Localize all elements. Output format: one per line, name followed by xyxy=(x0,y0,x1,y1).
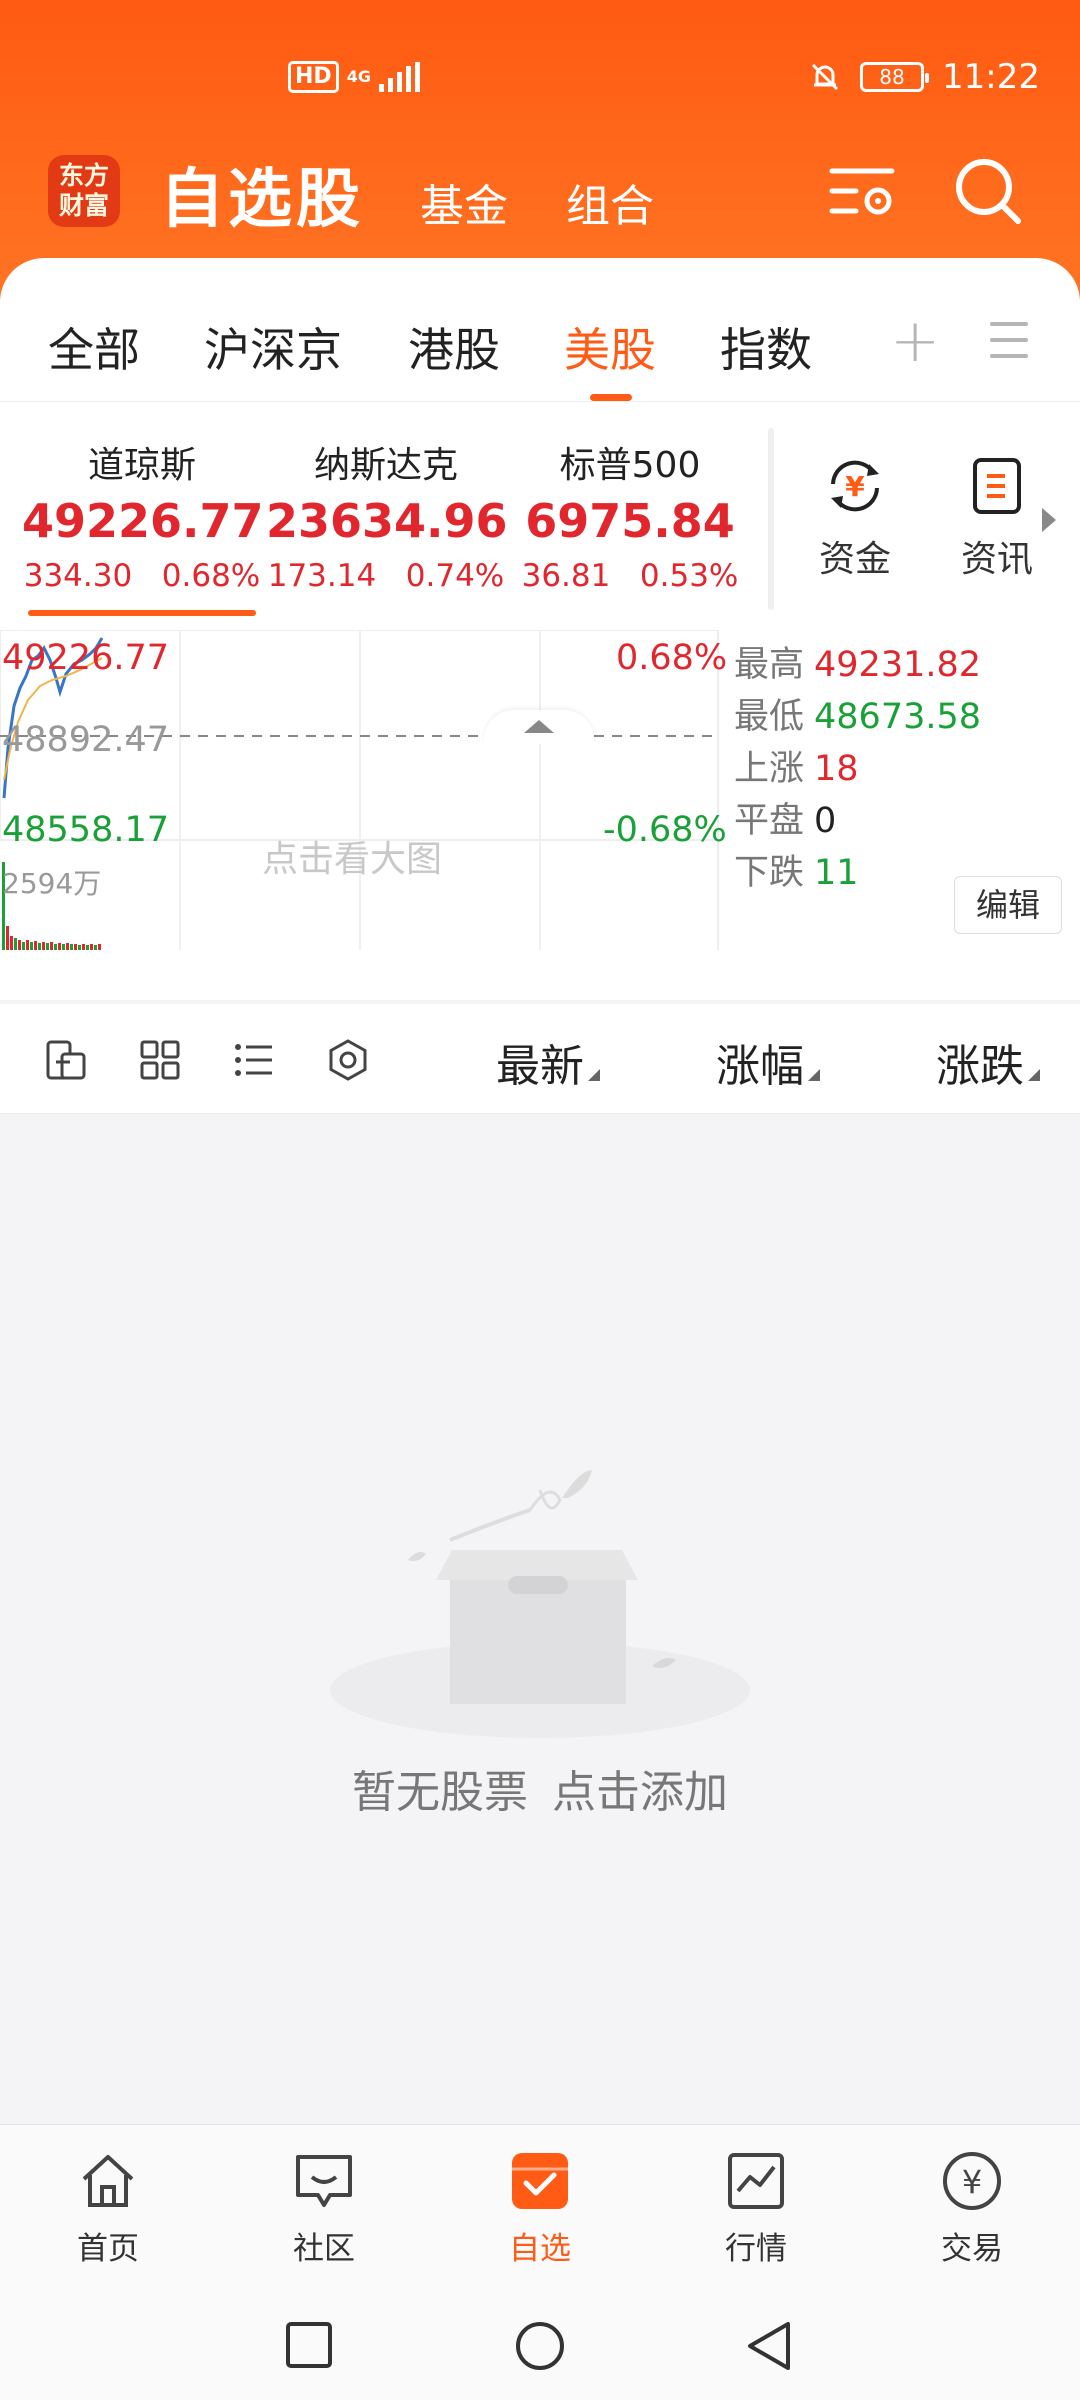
index-value: 49226.77 xyxy=(22,494,264,548)
index-name: 纳斯达克 xyxy=(313,445,458,486)
menu-icon[interactable] xyxy=(990,322,1028,370)
index-value: 6975.84 xyxy=(525,494,735,548)
nav-watchlist[interactable]: 自选 xyxy=(470,2149,610,2268)
chat-icon xyxy=(296,2155,352,2207)
index-name: 标普500 xyxy=(559,445,701,486)
nav-home[interactable]: 首页 xyxy=(38,2149,178,2268)
nav-trade[interactable]: ¥ 交易 xyxy=(902,2149,1042,2268)
signal-icon xyxy=(378,62,420,92)
nav-label: 社区 xyxy=(293,2231,355,2267)
chart-volume-label: 2594万 xyxy=(2,867,102,900)
tab-funds[interactable]: 基金 xyxy=(420,170,508,234)
list-icon[interactable] xyxy=(232,1038,276,1082)
divider xyxy=(768,428,774,610)
import-icon[interactable] xyxy=(44,1038,88,1082)
stat-unchanged: 平盘 0 xyxy=(734,801,837,841)
settings-hex-icon[interactable] xyxy=(326,1038,370,1082)
sort-icon xyxy=(808,1069,820,1081)
bottom-nav: 首页 社区 自选 行情 ¥ 交易 xyxy=(0,2124,1080,2280)
watchlist-card: 全部 沪深京 港股 美股 指数 + 道琼斯 49226.77 334.30 0.… xyxy=(0,258,1080,1000)
status-bar-left: HD 4G xyxy=(288,52,420,102)
tab-shanghai-shenzhen-beijing[interactable]: 沪深京 xyxy=(204,314,342,380)
app-header: HD 4G 88 11:22 东方财富 自选股 基金 组合 xyxy=(0,0,1080,300)
index-change: 334.30 0.68% xyxy=(23,558,261,594)
back-icon[interactable] xyxy=(744,2320,794,2372)
home-icon xyxy=(82,2155,134,2207)
chart-high-label: 49226.77 xyxy=(2,638,170,678)
page-title[interactable]: 自选股 xyxy=(160,148,364,240)
empty-box-illustration xyxy=(330,1470,750,1738)
network-type: 4G xyxy=(346,67,371,86)
chart-grid xyxy=(0,630,719,950)
recent-apps-icon[interactable] xyxy=(284,2320,334,2370)
sort-icon xyxy=(588,1069,600,1081)
tab-all[interactable]: 全部 xyxy=(48,314,140,380)
index-nasdaq[interactable]: 纳斯达克 23634.96 173.14 0.74% xyxy=(266,436,508,594)
intraday-chart[interactable]: 49226.77 48892.47 48558.17 0.68% -0.68% … xyxy=(0,630,1080,950)
nav-market[interactable]: 行情 xyxy=(686,2149,826,2268)
clock: 11:22 xyxy=(942,57,1040,97)
yuan-circle-icon: ¥ xyxy=(943,2152,1001,2210)
sort-toolbar: 最新 涨幅 涨跌 xyxy=(0,1004,1080,1114)
status-bar-right: 88 11:22 xyxy=(808,52,1040,102)
mute-bell-icon xyxy=(811,63,839,91)
news-button[interactable]: 资讯 xyxy=(942,454,1052,582)
index-sp500[interactable]: 标普500 6975.84 36.81 0.53% xyxy=(510,436,750,594)
sort-icon xyxy=(1028,1069,1040,1081)
list-settings-icon[interactable] xyxy=(826,155,898,227)
chart-prev-close-label: 48892.47 xyxy=(2,720,170,760)
collapse-chart-toggle[interactable] xyxy=(484,710,594,744)
chart-low-pct: -0.68% xyxy=(603,810,727,850)
market-tabs: 全部 沪深京 港股 美股 指数 + xyxy=(0,258,1080,402)
svg-text:¥: ¥ xyxy=(962,2163,982,2201)
nav-label: 交易 xyxy=(941,2231,1003,2267)
index-change: 36.81 0.53% xyxy=(521,558,739,594)
svg-text:¥: ¥ xyxy=(845,470,865,503)
sort-change-pct[interactable]: 涨幅 xyxy=(716,1030,820,1094)
tab-hk-stocks[interactable]: 港股 xyxy=(408,314,500,380)
stat-decliners: 下跌 11 xyxy=(734,853,859,893)
index-name: 道琼斯 xyxy=(87,445,196,486)
app-logo: 东方财富 xyxy=(48,155,120,227)
check-box-icon xyxy=(512,2153,568,2209)
chart-high-pct: 0.68% xyxy=(616,638,728,678)
capital-flow-label: 资金 xyxy=(818,539,891,580)
chevron-right-icon[interactable] xyxy=(1042,508,1056,532)
nav-label: 行情 xyxy=(725,2231,787,2267)
edit-button[interactable]: 编辑 xyxy=(954,876,1062,934)
tab-indices[interactable]: 指数 xyxy=(720,314,812,380)
index-value: 23634.96 xyxy=(266,494,508,548)
system-nav-bar xyxy=(0,2280,1080,2400)
tab-us-stocks[interactable]: 美股 xyxy=(564,314,656,380)
search-icon[interactable] xyxy=(952,155,1024,227)
index-change: 173.14 0.74% xyxy=(267,558,505,594)
trend-chart-icon xyxy=(728,2153,784,2209)
selected-index-indicator xyxy=(28,610,256,616)
sort-change[interactable]: 涨跌 xyxy=(936,1030,1040,1094)
chart-low-label: 48558.17 xyxy=(2,810,170,850)
yuan-cycle-icon: ¥ xyxy=(831,460,879,512)
empty-state-message[interactable]: 暂无股票 点击添加 xyxy=(0,1756,1080,1820)
capital-flow-button[interactable]: ¥ 资金 xyxy=(800,454,910,582)
news-doc-icon xyxy=(973,458,1021,514)
grid-icon[interactable] xyxy=(138,1038,182,1082)
stat-advancers: 上涨 18 xyxy=(734,749,859,789)
nav-label: 自选 xyxy=(509,2231,571,2267)
tap-to-expand-hint: 点击看大图 xyxy=(262,839,443,880)
hd-indicator: HD xyxy=(288,61,339,93)
sort-latest-price[interactable]: 最新 xyxy=(496,1030,600,1094)
nav-label: 首页 xyxy=(77,2231,139,2267)
tab-portfolio[interactable]: 组合 xyxy=(566,170,654,234)
add-icon[interactable]: + xyxy=(890,306,940,376)
stat-low: 最低 48673.58 xyxy=(734,697,982,737)
battery-icon: 88 xyxy=(860,62,930,92)
home-circle-icon[interactable] xyxy=(514,2320,566,2372)
active-tab-indicator xyxy=(590,394,632,401)
index-dow-jones[interactable]: 道琼斯 49226.77 334.30 0.68% xyxy=(22,436,264,594)
nav-community[interactable]: 社区 xyxy=(254,2149,394,2268)
stat-high: 最高 49231.82 xyxy=(734,645,982,685)
news-label: 资讯 xyxy=(960,539,1033,580)
